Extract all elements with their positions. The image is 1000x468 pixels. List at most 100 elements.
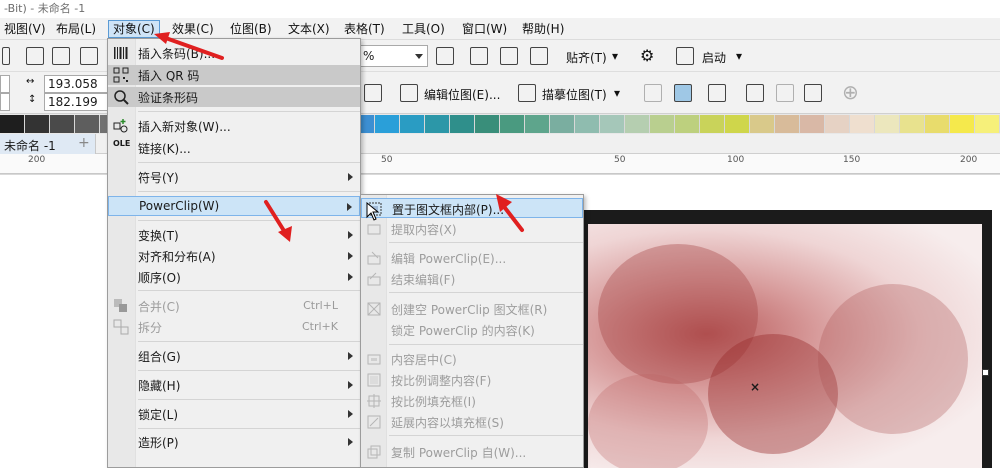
menu-item-verify-barcode[interactable]: 验证条形码 [108, 87, 360, 107]
width-field[interactable]: 193.058 mm [44, 75, 108, 107]
edit-bitmap-button[interactable]: 编辑位图(E)... [424, 86, 500, 103]
menu-item-order[interactable]: 顺序(O) [108, 267, 360, 287]
palette-swatch[interactable] [25, 115, 50, 133]
palette-swatch[interactable] [475, 115, 500, 133]
palette-swatch[interactable] [400, 115, 425, 133]
menu-item-copy-powerclip-from[interactable]: 复制 PowerClip 自(W)... [361, 442, 583, 462]
palette-swatch[interactable] [950, 115, 975, 133]
new-document-icon[interactable] [2, 47, 10, 65]
menu-tools[interactable]: 工具(O) [398, 20, 449, 38]
grid-icon[interactable] [500, 47, 518, 65]
palette-swatch[interactable] [625, 115, 650, 133]
import-icon[interactable] [26, 47, 44, 65]
ungroup-icon[interactable] [804, 84, 822, 102]
palette-swatch[interactable] [50, 115, 75, 133]
menu-item-extract-contents[interactable]: 提取内容(X) [361, 219, 583, 239]
palette-swatch[interactable] [975, 115, 1000, 133]
palette-swatch[interactable] [600, 115, 625, 133]
palette-swatch[interactable] [850, 115, 875, 133]
menu-item-transformations[interactable]: 变换(T) [108, 225, 360, 245]
palette-swatch[interactable] [0, 115, 25, 133]
full-screen-icon[interactable] [436, 47, 454, 65]
palette-swatch[interactable] [450, 115, 475, 133]
menu-item-group[interactable]: 组合(G) [108, 346, 360, 366]
palette-swatch[interactable] [925, 115, 950, 133]
wrap-text-icon[interactable] [746, 84, 764, 102]
palette-swatch[interactable] [825, 115, 850, 133]
height-field[interactable]: 182.199 mm [44, 93, 108, 125]
menu-item-lock[interactable]: 锁定(L) [108, 404, 360, 424]
menu-item-place-inside-frame[interactable]: 置于图文框内部(P)... [361, 198, 583, 218]
menu-table[interactable]: 表格(T) [340, 20, 389, 38]
document-tab[interactable]: 未命名 -1 + [0, 134, 96, 154]
palette-swatch[interactable] [775, 115, 800, 133]
trace-bitmap-icon[interactable] [518, 84, 536, 102]
group-icon[interactable] [776, 84, 794, 102]
menu-item-lock-contents[interactable]: 锁定 PowerClip 的内容(K) [361, 320, 583, 340]
launch-icon[interactable] [676, 47, 694, 65]
guidelines-icon[interactable] [530, 47, 548, 65]
menu-item-finish-editing[interactable]: 结束编辑(F) [361, 269, 583, 289]
menu-item-stretch-contents[interactable]: 延展内容以填充框(S) [361, 412, 583, 432]
menu-item-shaping[interactable]: 造形(P) [108, 432, 360, 452]
edit-bitmap-icon[interactable] [400, 84, 418, 102]
y-position-field[interactable] [0, 93, 10, 111]
palette-swatch[interactable] [875, 115, 900, 133]
menu-item-insert-qr-code[interactable]: 插入 QR 码 [108, 65, 360, 85]
menu-item-center-contents[interactable]: 内容居中(C) [361, 349, 583, 369]
peony-image[interactable] [588, 224, 982, 468]
menu-item-break-apart[interactable]: 拆分 Ctrl+K [108, 317, 360, 337]
bitmap-color-mask-icon[interactable] [674, 84, 692, 102]
menu-object[interactable]: 对象(C) [108, 20, 160, 38]
palette-swatch[interactable] [750, 115, 775, 133]
palette-swatch[interactable] [900, 115, 925, 133]
bitmap-resample-icon[interactable] [364, 84, 382, 102]
menu-help[interactable]: 帮助(H) [518, 20, 568, 38]
menu-item-combine[interactable]: 合并(C) Ctrl+L [108, 296, 360, 316]
trace-bitmap-button[interactable]: 描摹位图(T) [542, 86, 607, 103]
menu-item-insert-new-object[interactable]: 插入新对象(W)... [108, 116, 360, 136]
menu-effects[interactable]: 效果(C) [168, 20, 218, 38]
print-icon[interactable] [80, 47, 98, 65]
selection-handle[interactable] [982, 369, 989, 376]
chevron-down-icon[interactable]: ▾ [612, 49, 618, 63]
menu-item-links[interactable]: OLE 链接(K)... [108, 138, 360, 158]
palette-swatch[interactable] [550, 115, 575, 133]
menu-item-align-distribute[interactable]: 对齐和分布(A) [108, 246, 360, 266]
palette-swatch[interactable] [675, 115, 700, 133]
menu-item-powerclip[interactable]: PowerClip(W) [108, 196, 360, 216]
crop-bitmap-icon[interactable] [644, 84, 662, 102]
menu-view[interactable]: 视图(V) [0, 20, 50, 38]
add-icon[interactable]: ⊕ [842, 80, 859, 104]
menu-item-edit-powerclip[interactable]: 编辑 PowerClip(E)... [361, 248, 583, 268]
x-position-field[interactable] [0, 75, 10, 93]
bounding-box-icon[interactable] [708, 84, 726, 102]
palette-swatch[interactable] [525, 115, 550, 133]
export-icon[interactable] [52, 47, 70, 65]
menu-window[interactable]: 窗口(W) [458, 20, 511, 38]
chevron-down-icon[interactable]: ▾ [614, 86, 620, 100]
palette-swatch[interactable] [375, 115, 400, 133]
palette-swatch[interactable] [650, 115, 675, 133]
gear-icon[interactable]: ⚙ [640, 46, 654, 65]
palette-swatch[interactable] [700, 115, 725, 133]
menu-item-hide[interactable]: 隐藏(H) [108, 375, 360, 395]
palette-swatch[interactable] [800, 115, 825, 133]
menu-item-insert-barcode[interactable]: 插入条码(B)... [108, 43, 360, 63]
menu-item-fit-proportionally[interactable]: 按比例调整内容(F) [361, 370, 583, 390]
palette-swatch[interactable] [500, 115, 525, 133]
snap-to-dropdown[interactable]: 贴齐(T) [566, 49, 607, 66]
palette-swatch[interactable] [575, 115, 600, 133]
menu-bitmaps[interactable]: 位图(B) [226, 20, 276, 38]
add-tab-icon[interactable]: + [78, 135, 90, 151]
palette-swatch[interactable] [75, 115, 100, 133]
zoom-level-combo[interactable]: % [358, 45, 428, 67]
menu-layout[interactable]: 布局(L) [52, 20, 100, 38]
menu-text[interactable]: 文本(X) [284, 20, 334, 38]
menu-item-symbol[interactable]: 符号(Y) [108, 167, 360, 187]
palette-swatch[interactable] [725, 115, 750, 133]
palette-swatch[interactable] [425, 115, 450, 133]
menu-item-create-empty-frame[interactable]: 创建空 PowerClip 图文框(R) [361, 299, 583, 319]
chevron-down-icon[interactable]: ▾ [736, 49, 742, 63]
menu-item-fill-frame[interactable]: 按比例填充框(I) [361, 391, 583, 411]
